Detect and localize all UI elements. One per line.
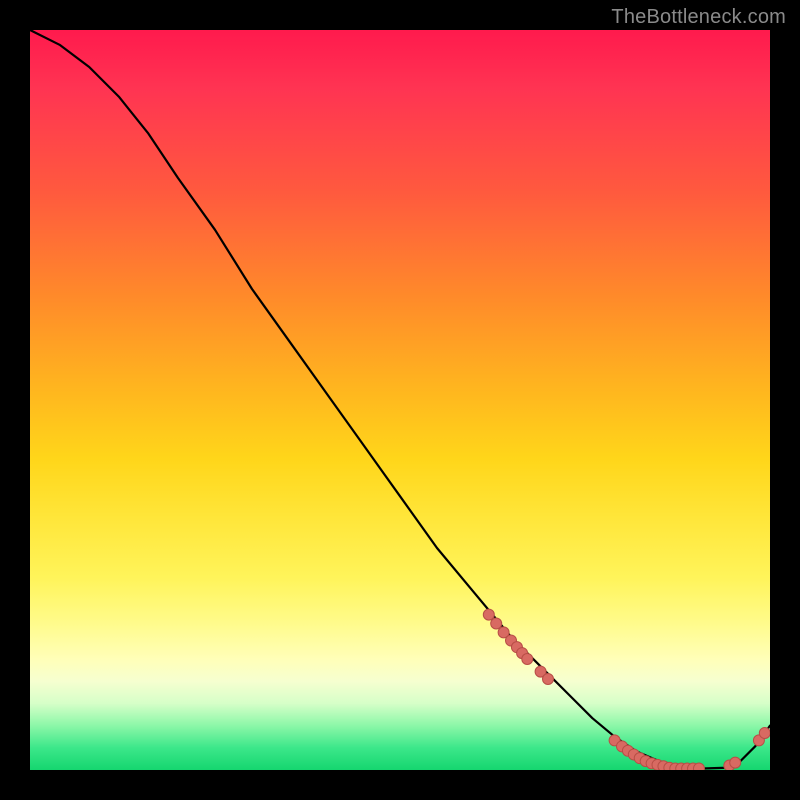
highlight-dot: [693, 763, 704, 770]
chart-stage: TheBottleneck.com: [0, 0, 800, 800]
highlight-dots: [483, 609, 770, 770]
highlight-dot: [522, 654, 533, 665]
highlight-dot: [730, 757, 741, 768]
highlight-dot: [543, 673, 554, 684]
bottleneck-curve: [30, 30, 770, 769]
highlight-dot: [483, 609, 494, 620]
plot-area: [30, 30, 770, 770]
watermark-text: TheBottleneck.com: [611, 6, 786, 29]
highlight-dot: [759, 728, 770, 739]
highlight-dot: [491, 618, 502, 629]
curve-layer: [30, 30, 770, 770]
